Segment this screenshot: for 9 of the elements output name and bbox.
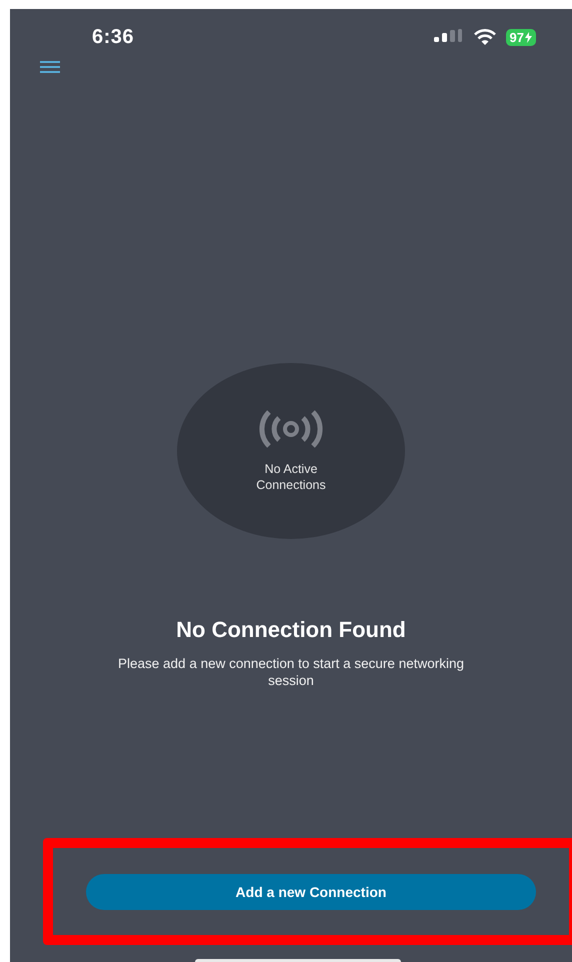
empty-message: Please add a new connection to start a secure networking session <box>117 655 465 689</box>
signal-icon <box>434 29 464 45</box>
menu-button[interactable] <box>38 59 62 75</box>
battery-indicator: 97 <box>506 28 536 46</box>
add-connection-button[interactable]: Add a new Connection <box>86 874 536 910</box>
wifi-icon <box>472 28 497 46</box>
status-time: 6:36 <box>92 26 134 48</box>
empty-title: No Connection Found <box>176 617 406 643</box>
badge-text: No Active Connections <box>255 461 327 493</box>
